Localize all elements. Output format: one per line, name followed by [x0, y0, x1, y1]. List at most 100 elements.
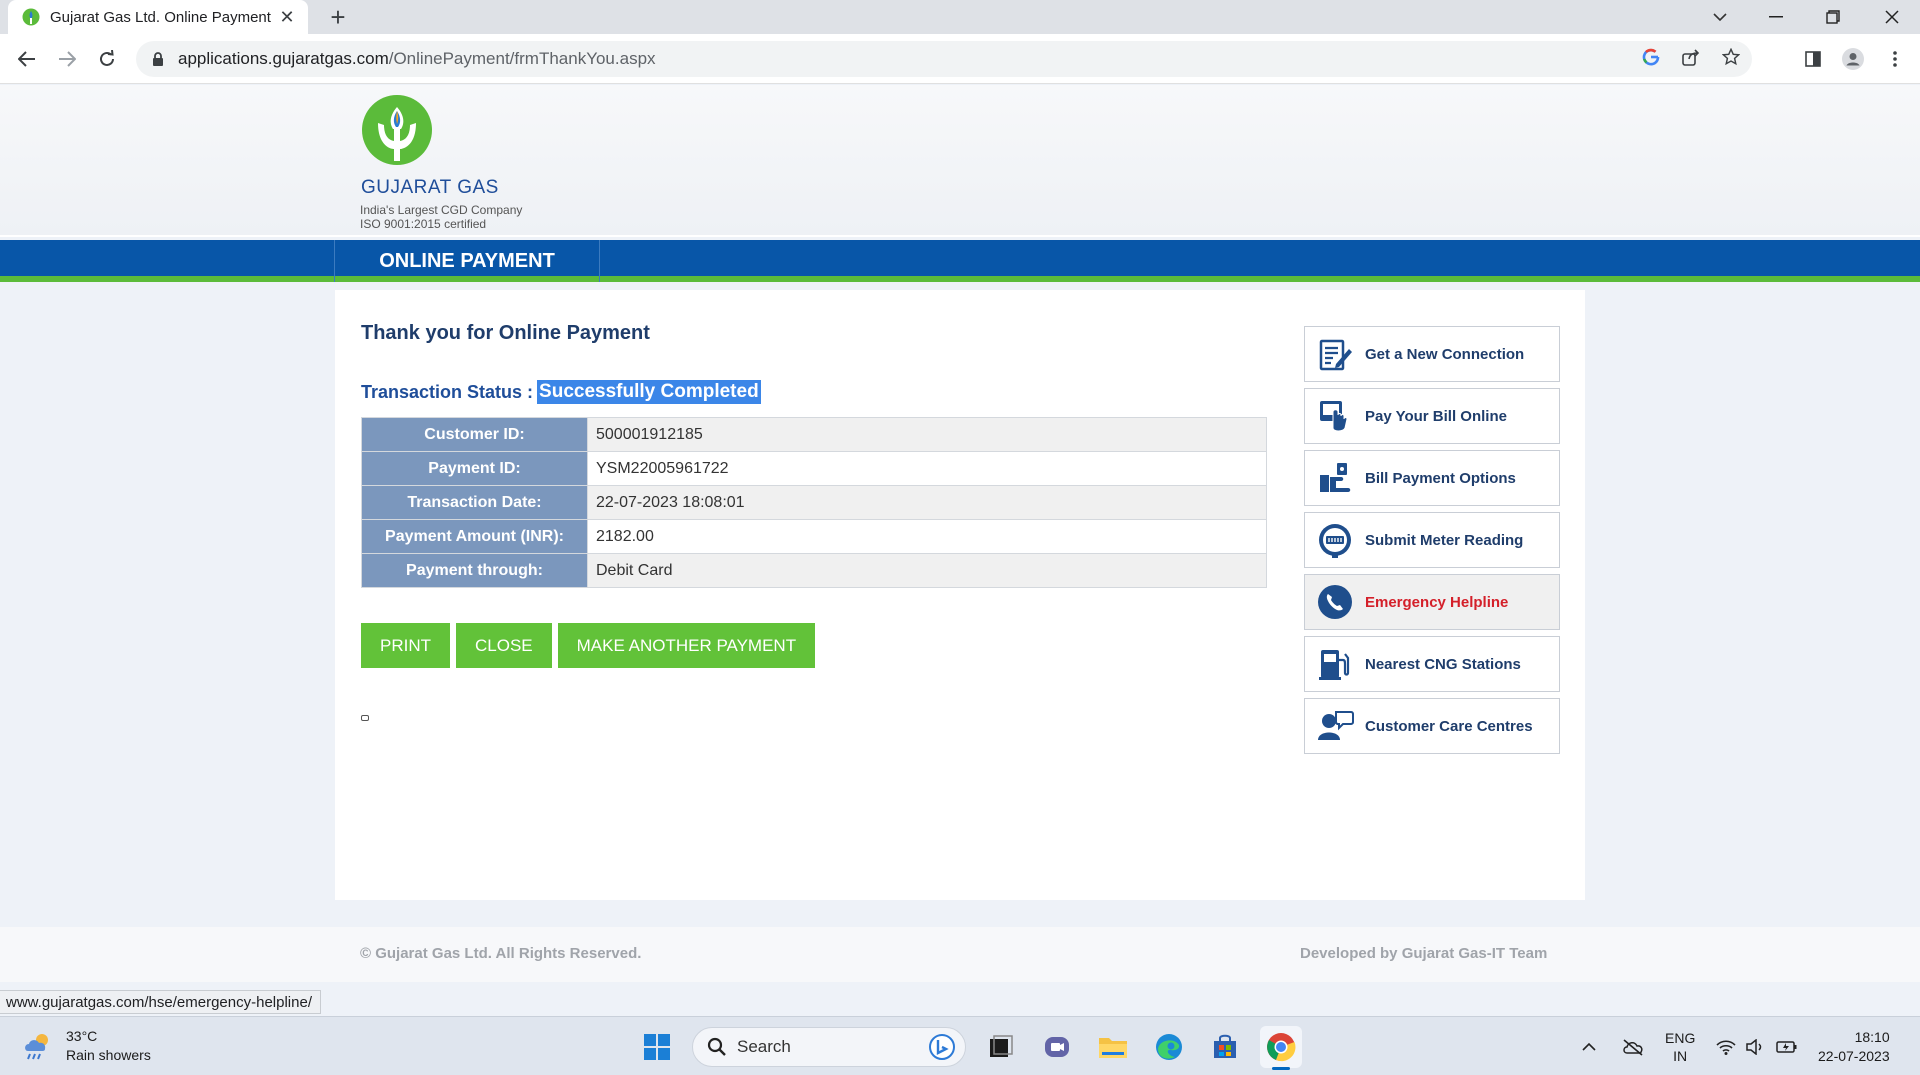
reload-icon[interactable]	[90, 42, 124, 76]
edge-browser-icon[interactable]	[1148, 1026, 1190, 1068]
site-footer: © Gujarat Gas Ltd. All Rights Reserved. …	[0, 927, 1920, 982]
tab-search-chevron-icon[interactable]	[1692, 0, 1748, 34]
status-value: Successfully Completed	[537, 380, 761, 404]
copyright-text: © Gujarat Gas Ltd. All Rights Reserved.	[360, 945, 642, 962]
clock-time: 18:10	[1854, 1028, 1890, 1045]
status-label: Transaction Status :	[361, 381, 534, 402]
link-status-bar: www.gujaratgas.com/hse/emergency-helplin…	[0, 990, 321, 1014]
sidebar-item-pay-online[interactable]: Pay Your Bill Online	[1304, 388, 1560, 444]
clock-date: 22-07-2023	[1818, 1047, 1890, 1064]
task-view-icon[interactable]	[980, 1026, 1022, 1068]
back-arrow-icon[interactable]	[10, 42, 44, 76]
wifi-icon[interactable]	[1716, 1017, 1736, 1075]
battery-icon[interactable]	[1776, 1017, 1798, 1075]
row-value: 22-07-2023 18:08:01	[587, 485, 1267, 520]
gujarat-gas-favicon-icon	[22, 8, 40, 26]
main-navbar: ONLINE PAYMENT	[0, 240, 1920, 282]
close-tab-icon[interactable]: ✕	[278, 7, 296, 28]
fuel-pump-icon	[1315, 644, 1355, 684]
windows-taskbar: 33°C Rain showers Search ENG IN 18:10 22…	[0, 1016, 1920, 1075]
row-label: Payment ID:	[361, 451, 588, 486]
search-icon	[707, 1037, 726, 1056]
sidebar-item-meter-reading[interactable]: Submit Meter Reading	[1304, 512, 1560, 568]
sidebar-item-cng-stations[interactable]: Nearest CNG Stations	[1304, 636, 1560, 692]
weather-condition: Rain showers	[66, 1047, 151, 1063]
profile-avatar-icon[interactable]	[1836, 42, 1870, 76]
sidebar-item-label: Emergency Helpline	[1365, 593, 1509, 611]
lock-icon[interactable]	[152, 51, 164, 67]
nav-online-payment[interactable]: ONLINE PAYMENT	[334, 240, 600, 282]
bookmark-star-icon[interactable]	[1721, 47, 1741, 71]
sidebar-item-emergency-helpline[interactable]: Emergency Helpline	[1304, 574, 1560, 630]
sidebar-item-label: Nearest CNG Stations	[1365, 655, 1521, 673]
sidebar-item-new-connection[interactable]: Get a New Connection	[1304, 326, 1560, 382]
site-header: GUJARAT GAS India's Largest CGD Company …	[0, 85, 1920, 237]
sidebar-item-customer-care[interactable]: Customer Care Centres	[1304, 698, 1560, 754]
share-icon[interactable]	[1682, 48, 1700, 71]
meter-icon	[1315, 520, 1355, 560]
forward-arrow-icon[interactable]	[50, 42, 84, 76]
minimize-icon[interactable]	[1748, 0, 1804, 34]
sidebar-item-bill-options[interactable]: Bill Payment Options	[1304, 450, 1560, 506]
table-row: Payment ID: YSM22005961722	[361, 451, 1267, 486]
windows-start-icon[interactable]	[636, 1026, 678, 1068]
chrome-browser-icon[interactable]	[1260, 1026, 1302, 1070]
weather-widget[interactable]: 33°C Rain showers	[22, 1027, 151, 1065]
menu-dots-icon[interactable]	[1878, 42, 1912, 76]
print-button[interactable]: PRINT	[361, 623, 450, 668]
form-icon	[1315, 334, 1355, 374]
brand-name: GUJARAT GAS	[361, 177, 499, 198]
tab-title: Gujarat Gas Ltd. Online Payment	[50, 8, 271, 26]
web-page: GUJARAT GAS India's Largest CGD Company …	[0, 85, 1920, 982]
row-value: Debit Card	[587, 553, 1267, 588]
microsoft-store-icon[interactable]	[1204, 1026, 1246, 1068]
row-value: YSM22005961722	[587, 451, 1267, 486]
page-title: Thank you for Online Payment	[361, 322, 650, 344]
browser-tab[interactable]: Gujarat Gas Ltd. Online Payment ✕	[8, 0, 308, 34]
restore-icon[interactable]	[1805, 0, 1861, 34]
tagline-line-1: India's Largest CGD Company	[360, 203, 523, 217]
bill-options-icon	[1315, 458, 1355, 498]
table-row: Customer ID: 500001912185	[361, 417, 1267, 452]
small-checkbox[interactable]	[361, 715, 369, 721]
language-indicator[interactable]: ENG IN	[1665, 1017, 1695, 1075]
row-value: 2182.00	[587, 519, 1267, 554]
url-path: /OnlinePayment/frmThankYou.aspx	[388, 49, 656, 68]
table-row: Payment Amount (INR): 2182.00	[361, 519, 1267, 554]
volume-icon[interactable]	[1745, 1017, 1765, 1075]
new-tab-icon[interactable]: +	[324, 3, 352, 31]
search-placeholder: Search	[737, 1037, 791, 1056]
taskbar-search[interactable]: Search	[692, 1027, 966, 1067]
region-code: IN	[1673, 1047, 1688, 1064]
close-button[interactable]: CLOSE	[456, 623, 552, 668]
rain-cloud-icon	[25, 1034, 48, 1060]
teams-chat-icon[interactable]	[1036, 1026, 1078, 1068]
transaction-details-table: Customer ID: 500001912185 Payment ID: YS…	[361, 417, 1267, 588]
taskbar-apps: Search	[636, 1025, 1302, 1070]
phone-icon	[1315, 582, 1355, 622]
tab-strip: Gujarat Gas Ltd. Online Payment ✕ +	[0, 0, 1920, 34]
row-label: Payment Amount (INR):	[361, 519, 588, 554]
google-icon[interactable]	[1642, 48, 1660, 71]
temperature: 33°C	[66, 1028, 98, 1044]
url-host: applications.gujaratgas.com	[178, 49, 389, 68]
sidebar-item-label: Customer Care Centres	[1365, 717, 1533, 735]
system-clock[interactable]: 18:10 22-07-2023	[1818, 1017, 1890, 1075]
side-panel-icon[interactable]	[1796, 42, 1830, 76]
transaction-status: Transaction Status : Successfully Comple…	[361, 380, 761, 404]
developer-credit: Developed by Gujarat Gas-IT Team	[1300, 945, 1548, 962]
onedrive-offline-icon[interactable]	[1621, 1017, 1645, 1075]
quick-links-sidebar: Get a New Connection Pay Your Bill Onlin…	[1304, 326, 1560, 760]
file-explorer-icon[interactable]	[1092, 1026, 1134, 1068]
table-row: Transaction Date: 22-07-2023 18:08:01	[361, 485, 1267, 520]
close-window-icon[interactable]	[1864, 0, 1920, 34]
tray-chevron-icon[interactable]	[1582, 1017, 1596, 1075]
make-another-payment-button[interactable]: MAKE ANOTHER PAYMENT	[557, 623, 816, 668]
customer-care-icon	[1315, 706, 1355, 746]
row-value: 500001912185	[587, 417, 1267, 452]
gujarat-gas-logo[interactable]	[360, 93, 434, 172]
brand-tagline: India's Largest CGD Company ISO 9001:201…	[360, 203, 522, 231]
row-label: Transaction Date:	[361, 485, 588, 520]
address-bar[interactable]: applications.gujaratgas.com/OnlinePaymen…	[136, 41, 1752, 77]
table-row: Payment through: Debit Card	[361, 553, 1267, 588]
